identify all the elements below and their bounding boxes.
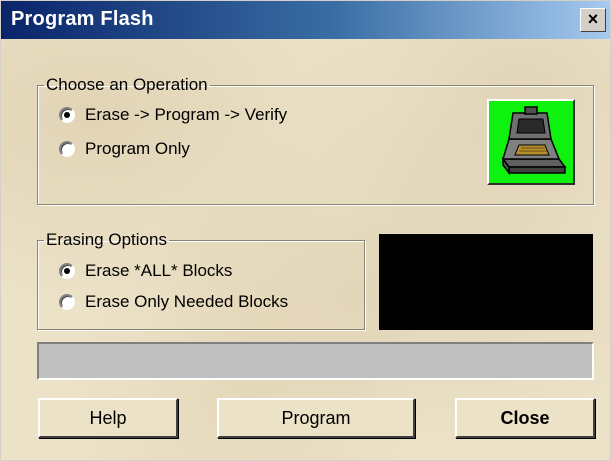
radio-label: Erase *ALL* Blocks (85, 261, 233, 280)
radio-button[interactable] (59, 294, 75, 310)
chip-programmer-icon (487, 99, 575, 185)
progress-bar (37, 342, 594, 380)
radio-button[interactable] (59, 141, 75, 157)
title-bar[interactable]: Program Flash × (1, 1, 610, 39)
radio-program-only[interactable]: Program Only (59, 137, 190, 161)
title-close-button[interactable]: × (580, 8, 606, 32)
help-button[interactable]: Help (38, 398, 178, 438)
program-button[interactable]: Program (217, 398, 415, 438)
radio-erase-all-blocks[interactable]: Erase *ALL* Blocks (59, 259, 232, 283)
radio-erase-program-verify[interactable]: Erase -> Program -> Verify (59, 103, 287, 127)
radio-erase-needed-blocks[interactable]: Erase Only Needed Blocks (59, 290, 288, 314)
radio-label: Program Only (85, 139, 190, 158)
radio-button-checked[interactable] (59, 263, 75, 279)
program-flash-dialog: Program Flash × Choose an Operation Eras… (0, 0, 611, 461)
radio-button-checked[interactable] (59, 107, 75, 123)
status-display (379, 234, 593, 330)
radio-label: Erase Only Needed Blocks (85, 292, 289, 311)
radio-label: Erase -> Program -> Verify (85, 105, 288, 124)
window-title: Program Flash (11, 8, 154, 30)
close-button[interactable]: Close (455, 398, 595, 438)
operation-legend: Choose an Operation (46, 75, 208, 94)
erasing-legend: Erasing Options (46, 230, 167, 249)
chip-programmer-drawing (501, 106, 567, 176)
